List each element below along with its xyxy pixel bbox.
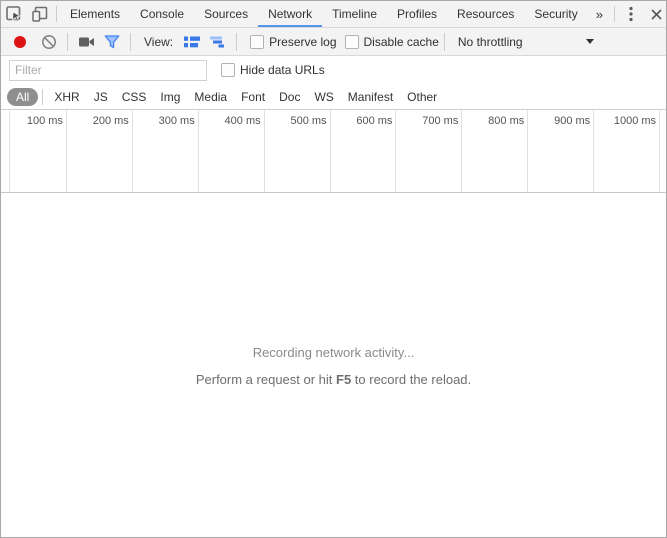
ruler-tick: 400 ms	[199, 110, 265, 192]
ruler-tick: 100 ms	[1, 110, 67, 192]
overview-toggle-button[interactable]	[205, 36, 231, 48]
type-filter-font[interactable]: Font	[234, 90, 272, 104]
ruler-tick: 1000 ms	[594, 110, 661, 192]
separator	[56, 6, 57, 22]
ruler-tick: 500 ms	[265, 110, 331, 192]
type-filter-all[interactable]: All	[7, 87, 39, 106]
filter-funnel-icon	[104, 34, 120, 49]
type-filter-media[interactable]: Media	[187, 90, 234, 104]
tab-security[interactable]: Security	[524, 1, 587, 27]
type-filter-js[interactable]: JS	[87, 90, 115, 104]
ruler-tick: 600 ms	[331, 110, 397, 192]
type-filter-ws[interactable]: WS	[307, 90, 340, 104]
separator	[67, 32, 68, 51]
hide-data-urls-label: Hide data URLs	[240, 63, 325, 77]
reload-hint-text: Perform a request or hit F5 to record th…	[195, 372, 472, 387]
close-icon	[651, 8, 663, 20]
devtools-window: Elements Console Sources Network Timelin…	[0, 0, 667, 538]
separator	[42, 88, 44, 105]
tabbar-right-controls	[611, 1, 666, 27]
dropdown-arrow-icon	[585, 39, 594, 44]
network-toolbar: View: Preserve log Disable cache No thro…	[1, 28, 666, 56]
resource-type-filterbar: All XHR JS CSS Img Media Font Doc WS Man…	[1, 84, 666, 110]
disable-cache-checkbox[interactable]	[344, 34, 359, 49]
more-options-button[interactable]	[618, 1, 644, 27]
tab-resources[interactable]: Resources	[447, 1, 524, 27]
tab-timeline[interactable]: Timeline	[322, 1, 387, 27]
record-button[interactable]	[14, 35, 26, 48]
type-filter-doc[interactable]: Doc	[272, 90, 307, 104]
type-filter-manifest[interactable]: Manifest	[341, 90, 400, 104]
timeline-ruler: 100 ms 200 ms 300 ms 400 ms 500 ms 600 m…	[1, 110, 666, 193]
large-rows-icon	[184, 36, 201, 48]
separator	[130, 32, 131, 51]
recording-status-text: Recording network activity...	[252, 345, 415, 360]
filter-input[interactable]	[9, 59, 207, 81]
separator	[236, 32, 238, 51]
inspect-icon	[5, 5, 23, 23]
close-button[interactable]	[644, 1, 666, 27]
throttling-value: No throttling	[457, 34, 523, 49]
tab-sources[interactable]: Sources	[194, 1, 258, 27]
ruler-tick: 200 ms	[67, 110, 133, 192]
tab-overflow-chevron[interactable]: »	[588, 1, 611, 27]
requests-empty-area: Recording network activity... Perform a …	[1, 193, 666, 537]
hide-data-urls-checkbox[interactable]	[221, 63, 235, 77]
devtools-tabbar: Elements Console Sources Network Timelin…	[1, 1, 666, 28]
tab-network[interactable]: Network	[258, 1, 323, 27]
ruler-tick: 900 ms	[528, 110, 595, 192]
disable-cache-control[interactable]: Disable cache	[344, 34, 439, 49]
tab-profiles[interactable]: Profiles	[387, 1, 447, 27]
type-filter-css[interactable]: CSS	[115, 90, 154, 104]
tab-console[interactable]: Console	[130, 1, 194, 27]
separator	[443, 32, 445, 51]
type-filter-img[interactable]: Img	[153, 90, 187, 104]
device-toolbar-icon	[31, 5, 49, 23]
hide-data-urls-control[interactable]: Hide data URLs	[221, 63, 325, 77]
device-toolbar-button[interactable]	[27, 1, 53, 27]
screenshot-button[interactable]	[73, 36, 99, 48]
inspect-element-button[interactable]	[1, 1, 27, 27]
filter-row: Hide data URLs	[1, 56, 666, 84]
f5-key-text: F5	[336, 372, 352, 387]
clear-icon	[41, 34, 57, 50]
filter-toggle-button[interactable]	[99, 34, 125, 49]
type-filter-xhr[interactable]: XHR	[47, 90, 86, 104]
screenshot-camera-icon	[78, 36, 95, 48]
preserve-log-checkbox[interactable]	[250, 34, 265, 49]
type-filter-other[interactable]: Other	[400, 90, 444, 104]
ruler-tick: 700 ms	[396, 110, 463, 192]
overview-waterfall-icon	[210, 36, 226, 48]
disable-cache-label: Disable cache	[363, 34, 439, 49]
more-icon	[629, 6, 633, 22]
preserve-log-label: Preserve log	[269, 34, 337, 49]
ruler-tick: 800 ms	[462, 110, 529, 192]
separator	[613, 6, 615, 22]
throttling-select[interactable]: No throttling	[458, 35, 594, 49]
preserve-log-control[interactable]: Preserve log	[250, 34, 337, 49]
ruler-tick: 300 ms	[133, 110, 199, 192]
clear-button[interactable]	[36, 34, 62, 50]
tab-elements[interactable]: Elements	[60, 1, 130, 27]
large-rows-toggle-button[interactable]	[179, 36, 205, 48]
view-label: View:	[144, 34, 174, 49]
ruler-origin-line	[9, 110, 10, 192]
